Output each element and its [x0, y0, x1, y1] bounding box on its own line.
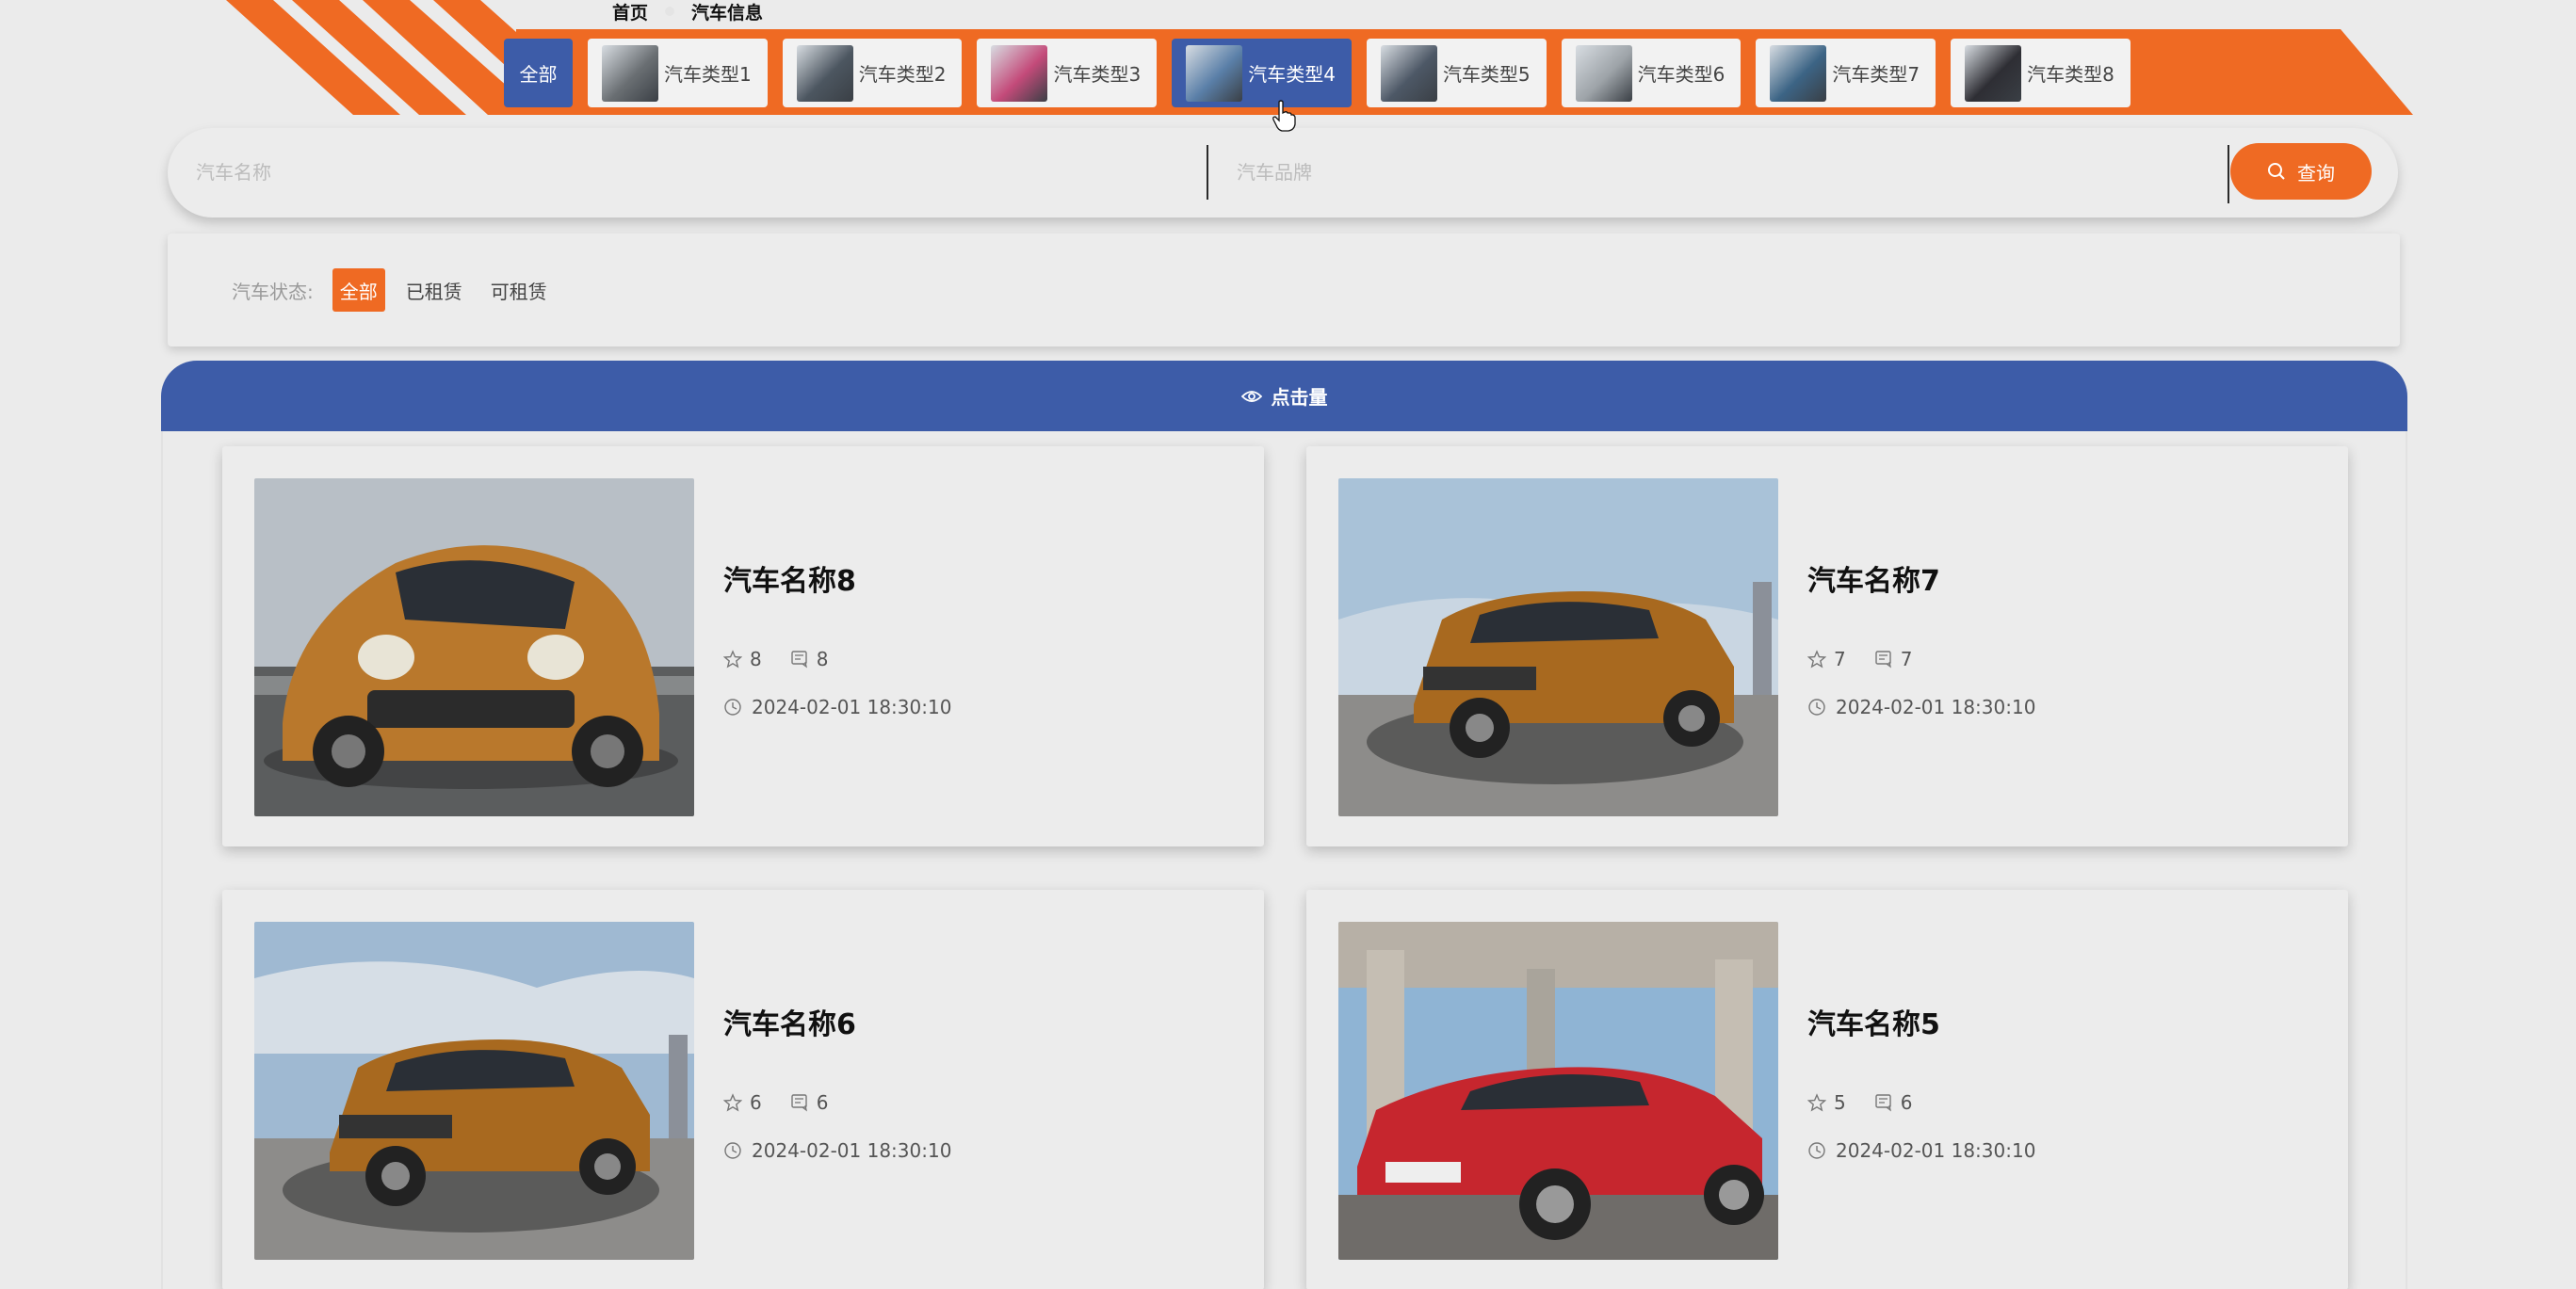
- sort-by-clicks-label: 点击量: [1271, 386, 1328, 409]
- car-name: 汽车名称7: [1807, 565, 1940, 598]
- car-stats: 8 8: [723, 648, 856, 670]
- star-icon: [1807, 650, 1826, 669]
- car-name: 汽车名称8: [723, 565, 856, 598]
- status-option-all[interactable]: 全部: [332, 268, 385, 312]
- like-count: 7: [1834, 648, 1846, 670]
- category-thumb-5: [1380, 44, 1437, 102]
- star-icon: [723, 650, 742, 669]
- car-timestamp: 2024-02-01 18:30:10: [723, 1139, 951, 1162]
- car-image: [254, 478, 694, 816]
- comment-count: 6: [1900, 1091, 1913, 1114]
- comment-icon: [1875, 651, 1891, 669]
- category-tab-8[interactable]: 汽车类型8: [1951, 39, 2130, 107]
- car-image: [1338, 922, 1778, 1260]
- category-thumb-2: [796, 44, 853, 102]
- comment-icon: [1875, 1094, 1891, 1112]
- category-tab-3[interactable]: 汽车类型3: [977, 39, 1158, 107]
- category-thumb-4: [1186, 44, 1243, 102]
- car-image: [1338, 478, 1778, 816]
- car-card[interactable]: 汽车名称7 7 7 2024-02-01 18:30:10: [1306, 446, 2348, 846]
- category-thumb-1: [602, 44, 658, 102]
- search-button[interactable]: 查询: [2230, 143, 2372, 200]
- status-filter: 汽车状态: 全部 已租赁 可租赁: [168, 234, 2400, 346]
- category-tab-5[interactable]: 汽车类型5: [1366, 39, 1547, 107]
- star-icon: [1807, 1093, 1826, 1112]
- category-thumb-8: [1965, 44, 2022, 102]
- timestamp-text: 2024-02-01 18:30:10: [752, 696, 952, 718]
- comment-icon: [791, 651, 807, 669]
- star-icon: [723, 1093, 742, 1112]
- category-thumb-6: [1575, 44, 1632, 102]
- category-thumb-7: [1770, 44, 1827, 102]
- timestamp-text: 2024-02-01 18:30:10: [752, 1139, 952, 1162]
- clock-icon: [1808, 1142, 1825, 1159]
- category-tab-4[interactable]: 汽车类型4: [1172, 39, 1352, 107]
- category-tab-1[interactable]: 汽车类型1: [588, 39, 768, 107]
- car-timestamp: 2024-02-01 18:30:10: [1807, 1139, 2035, 1162]
- clock-icon: [724, 699, 741, 716]
- status-option-available[interactable]: 可租赁: [483, 268, 555, 312]
- car-card[interactable]: 汽车名称5 5 6 2024-02-01 18:30:10: [1306, 890, 2348, 1289]
- car-timestamp: 2024-02-01 18:30:10: [723, 696, 951, 718]
- car-stats: 6 6: [723, 1091, 856, 1114]
- status-filter-label: 汽车状态:: [232, 280, 314, 303]
- status-option-rented[interactable]: 已租赁: [398, 268, 470, 312]
- category-tab-2[interactable]: 汽车类型2: [782, 39, 963, 107]
- eye-icon: [1240, 390, 1262, 402]
- car-name-input[interactable]: [168, 145, 1206, 200]
- breadcrumb-separator: [665, 7, 675, 16]
- breadcrumb: 首页 汽车信息: [612, 0, 764, 24]
- sort-by-clicks-bar[interactable]: 点击量: [161, 361, 2407, 431]
- clock-icon: [724, 1142, 741, 1159]
- car-stats: 7 7: [1807, 648, 1940, 670]
- car-stats: 5 6: [1807, 1091, 1940, 1114]
- car-timestamp: 2024-02-01 18:30:10: [1807, 696, 2035, 718]
- car-name: 汽车名称6: [723, 1008, 856, 1041]
- search-divider: [2228, 145, 2229, 203]
- comment-count: 8: [816, 648, 829, 670]
- like-count: 5: [1834, 1091, 1846, 1114]
- clock-icon: [1808, 699, 1825, 716]
- car-brand-input[interactable]: [1207, 145, 2230, 200]
- hand-cursor-icon: [1272, 100, 1296, 132]
- category-tabs: 全部 汽车类型1 汽车类型2 汽车类型3 汽车类型4 汽车类型5 汽车类型6 汽…: [504, 37, 2146, 109]
- car-name: 汽车名称5: [1807, 1008, 1940, 1041]
- car-list: 汽车名称8 8 8 2024-02-01 18:30:10 汽车名称7 7 7 …: [161, 431, 2407, 1289]
- comment-count: 7: [1900, 648, 1913, 670]
- car-card[interactable]: 汽车名称6 6 6 2024-02-01 18:30:10: [222, 890, 1264, 1289]
- category-tab-6[interactable]: 汽车类型6: [1561, 39, 1742, 107]
- car-image: [254, 922, 694, 1260]
- breadcrumb-current: 汽车信息: [691, 2, 764, 24]
- comment-count: 6: [816, 1091, 829, 1114]
- category-tab-all[interactable]: 全部: [504, 39, 573, 107]
- search-bar: 查询: [168, 128, 2398, 218]
- category-thumb-3: [991, 44, 1048, 102]
- car-card[interactable]: 汽车名称8 8 8 2024-02-01 18:30:10: [222, 446, 1264, 846]
- timestamp-text: 2024-02-01 18:30:10: [1836, 1139, 2036, 1162]
- comment-icon: [791, 1094, 807, 1112]
- breadcrumb-home[interactable]: 首页: [612, 0, 648, 24]
- search-button-label: 查询: [2297, 163, 2335, 185]
- timestamp-text: 2024-02-01 18:30:10: [1836, 696, 2036, 718]
- like-count: 8: [750, 648, 762, 670]
- search-icon: [2268, 163, 2285, 180]
- category-tab-7[interactable]: 汽车类型7: [1756, 39, 1936, 107]
- like-count: 6: [750, 1091, 762, 1114]
